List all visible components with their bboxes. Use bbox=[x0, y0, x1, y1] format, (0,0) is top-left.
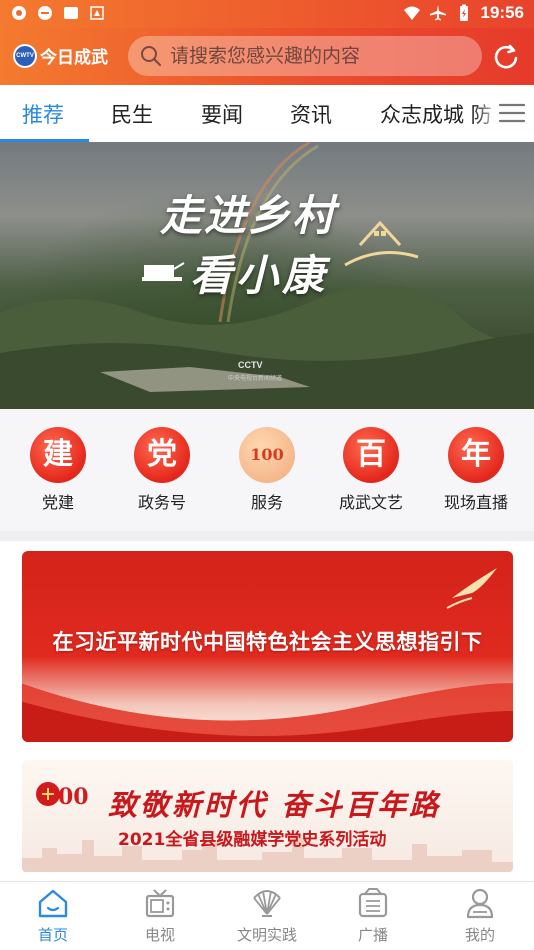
banner-title-line1: 走进乡村 bbox=[160, 191, 337, 240]
radio-icon bbox=[358, 888, 388, 918]
nav-tv[interactable]: 电视 bbox=[120, 886, 200, 945]
nav-home[interactable]: 首页 bbox=[13, 886, 93, 945]
nav-profile[interactable]: 我的 bbox=[440, 886, 520, 945]
tab-headlines[interactable]: 要闻 bbox=[201, 99, 243, 129]
section-divider bbox=[0, 531, 534, 541]
nav-label: 我的 bbox=[464, 926, 495, 944]
bottom-navigation: 首页 电视 文明实践 广播 我的 bbox=[0, 881, 534, 950]
harvester-icon bbox=[142, 262, 185, 281]
nav-label: 文明实践 bbox=[236, 926, 297, 944]
quick-link-label: 党建 bbox=[41, 493, 74, 512]
search-bar[interactable] bbox=[128, 36, 482, 76]
feature-card-ideology[interactable]: 在习近平新时代中国特色社会主义思想指引下 bbox=[22, 551, 513, 742]
image-notification-icon bbox=[64, 7, 78, 19]
banner-title-line2: 看小康 bbox=[190, 251, 329, 300]
app-name: 今日成武 bbox=[40, 48, 108, 68]
centenary-icon: 100 bbox=[239, 427, 295, 483]
profile-icon bbox=[466, 888, 494, 919]
tv-icon bbox=[145, 889, 175, 918]
card2-subline: 2021全省县级融媒学党史系列活动 bbox=[118, 830, 387, 850]
quick-link-live[interactable]: 年 现场直播 bbox=[426, 427, 526, 513]
fan-icon bbox=[253, 890, 281, 917]
nav-label: 广播 bbox=[357, 926, 388, 944]
logo-badge-icon: CWTV bbox=[13, 43, 37, 68]
quick-link-label: 现场直播 bbox=[443, 493, 508, 512]
home-icon bbox=[38, 889, 68, 918]
quick-links: 建 党建 党 政务号 100 服务 百 成武文艺 年 现场直播 bbox=[0, 409, 534, 531]
app-root: 19:56 CWTV 今日成武 推荐 民生 要闻 资讯 众志成城 防 bbox=[0, 0, 534, 950]
party-building-icon: 建 bbox=[30, 427, 86, 483]
nav-label: 电视 bbox=[144, 926, 175, 944]
nav-civilization[interactable]: 文明实践 bbox=[227, 886, 307, 945]
nav-label: 首页 bbox=[37, 926, 68, 944]
quick-link-label: 服务 bbox=[250, 493, 283, 512]
warning-notification-icon bbox=[90, 6, 104, 20]
quick-link-label: 成武文艺 bbox=[338, 493, 403, 512]
battery-icon bbox=[459, 4, 468, 21]
status-bar: 19:56 bbox=[0, 0, 534, 28]
centenary-logo-icon: 00 bbox=[36, 782, 89, 810]
feature-card-centenary[interactable]: 00 致敬新时代 奋斗百年路 2021全省县级融媒学党史系列活动 bbox=[22, 760, 513, 872]
notification-icon bbox=[38, 6, 52, 20]
tab-recommend[interactable]: 推荐 bbox=[22, 99, 64, 129]
notification-icon bbox=[12, 6, 26, 20]
tab-news[interactable]: 资讯 bbox=[290, 99, 332, 129]
quick-link-government[interactable]: 党 政务号 bbox=[112, 427, 212, 513]
card2-headline: 致敬新时代 奋斗百年路 bbox=[108, 788, 442, 822]
quick-link-label: 政务号 bbox=[137, 493, 186, 512]
quick-link-arts[interactable]: 百 成武文艺 bbox=[321, 427, 421, 513]
house-mountain-icon bbox=[344, 220, 419, 267]
quick-link-party-building[interactable]: 建 党建 bbox=[8, 427, 108, 513]
red-ribbon-decoration bbox=[22, 683, 513, 742]
app-logo[interactable]: CWTV 今日成武 bbox=[13, 43, 108, 68]
feature-card-text: 在习近平新时代中国特色社会主义思想指引下 bbox=[52, 630, 483, 654]
svg-text:00: 00 bbox=[58, 784, 89, 810]
quick-link-services[interactable]: 100 服务 bbox=[217, 427, 317, 513]
status-system: 19:56 bbox=[403, 3, 524, 23]
refresh-icon[interactable] bbox=[492, 43, 520, 71]
app-header: CWTV 今日成武 bbox=[0, 28, 534, 85]
cctv-watermark-sub: 中央电视台新闻频道 bbox=[228, 375, 283, 382]
dove-icon bbox=[446, 568, 497, 609]
status-time: 19:56 bbox=[480, 3, 524, 22]
search-input[interactable] bbox=[170, 45, 470, 67]
live-broadcast-icon: 年 bbox=[448, 427, 504, 483]
government-icon: 党 bbox=[134, 427, 190, 483]
nav-radio[interactable]: 广播 bbox=[333, 886, 413, 945]
cctv-watermark: CCTV bbox=[238, 360, 263, 370]
search-icon bbox=[141, 46, 162, 67]
arts-icon: 百 bbox=[343, 427, 399, 483]
airplane-icon bbox=[429, 5, 446, 21]
wifi-icon bbox=[403, 6, 420, 20]
status-notifications bbox=[10, 4, 106, 22]
tab-livelihood[interactable]: 民生 bbox=[111, 99, 153, 129]
category-tabs: 推荐 民生 要闻 资讯 众志成城 防 bbox=[0, 85, 534, 142]
hamburger-menu-icon[interactable] bbox=[498, 101, 526, 125]
